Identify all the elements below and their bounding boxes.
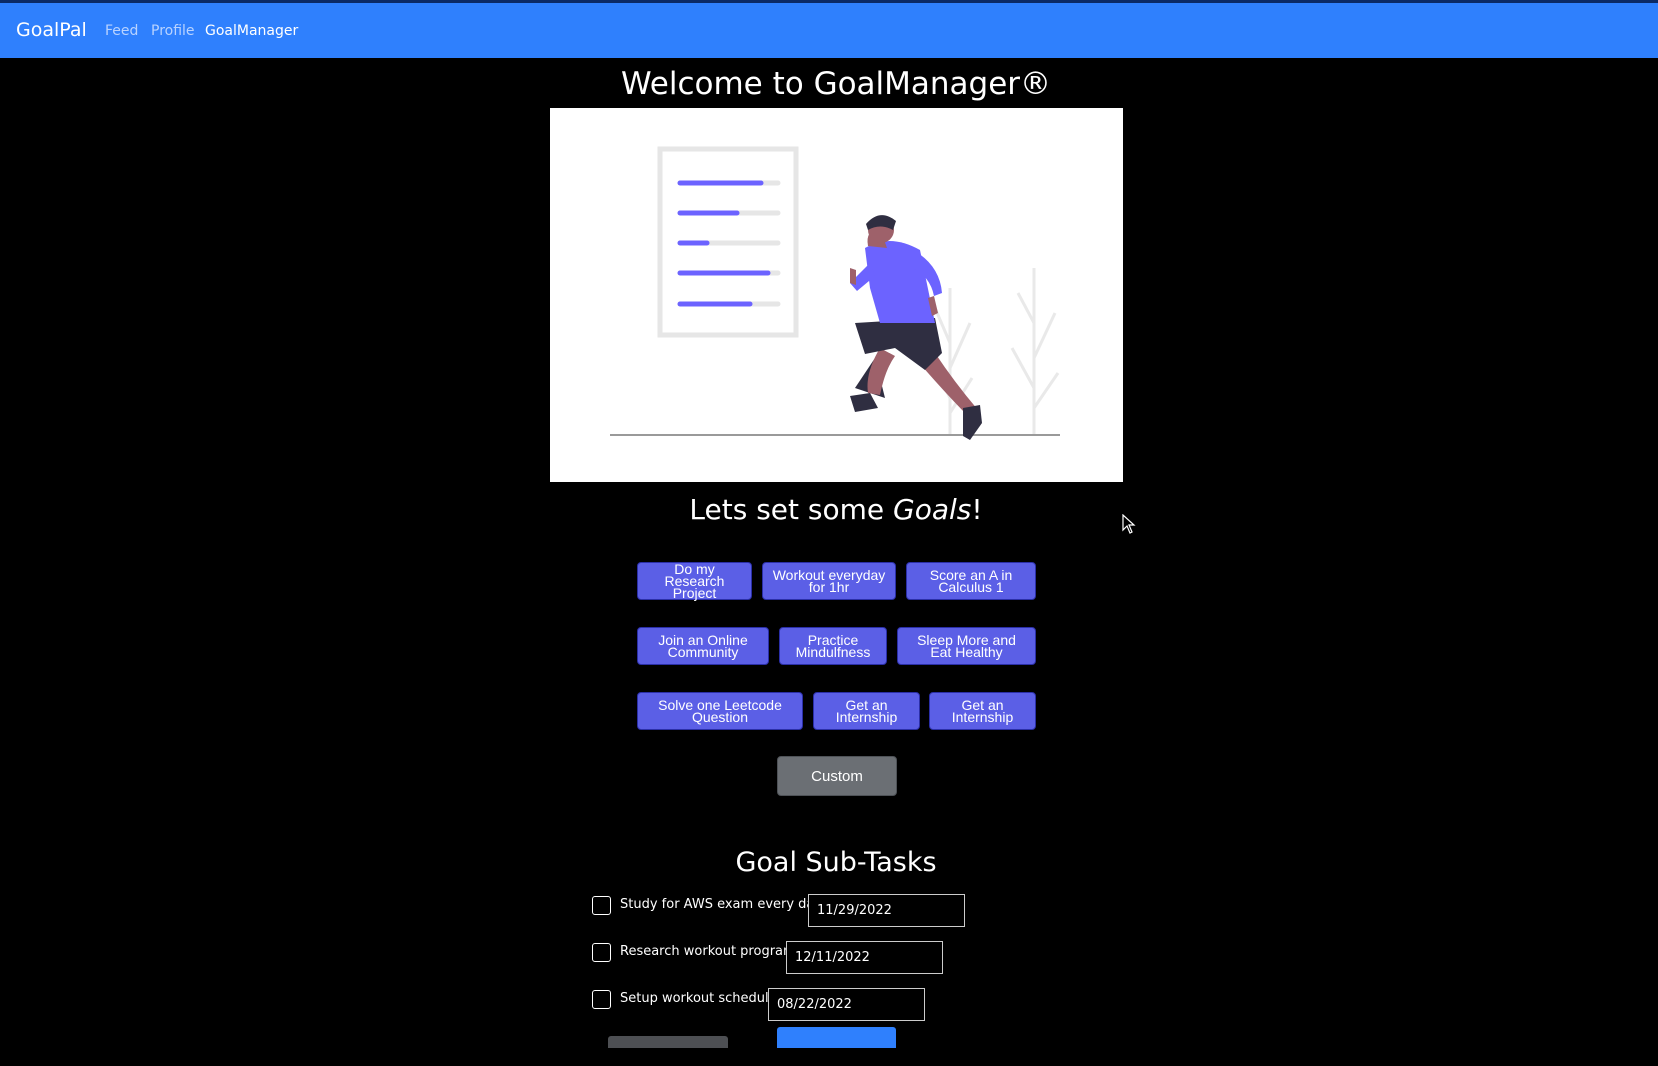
- primary-action-button[interactable]: [777, 1027, 896, 1048]
- subtask-label: Research workout program: [620, 944, 796, 959]
- nav-goalmanager[interactable]: GoalManager: [205, 23, 298, 39]
- goals-heading-emphasis: Goals: [893, 493, 972, 526]
- top-navbar: GoalPal Feed Profile GoalManager: [0, 0, 1658, 58]
- goal-button-internship-1[interactable]: Get an Internship: [813, 692, 920, 730]
- custom-goal-button[interactable]: Custom: [777, 756, 897, 796]
- subtask-label: Study for AWS exam every day: [620, 897, 823, 912]
- goals-heading-pre: Lets set some: [689, 493, 894, 526]
- goal-button-research-project[interactable]: Do my Research Project: [637, 562, 752, 600]
- goal-button-sleep-eat[interactable]: Sleep More and Eat Healthy: [897, 627, 1036, 665]
- subtask-checkbox[interactable]: [592, 990, 611, 1009]
- goal-button-online-community[interactable]: Join an Online Community: [637, 627, 769, 665]
- subtask-date-input[interactable]: [808, 894, 965, 927]
- goals-heading-post: !: [971, 493, 983, 526]
- goal-button-calculus[interactable]: Score an A in Calculus 1: [906, 562, 1036, 600]
- subtask-label: Setup workout schedule: [620, 991, 777, 1006]
- nav-feed[interactable]: Feed: [105, 23, 138, 39]
- subtask-checkbox[interactable]: [592, 943, 611, 962]
- subtask-checkbox[interactable]: [592, 896, 611, 915]
- mouse-pointer-icon: [1122, 513, 1136, 538]
- goal-button-workout[interactable]: Workout everyday for 1hr: [762, 562, 896, 600]
- running-person-illustration: [610, 146, 1060, 440]
- subtasks-title: Goal Sub-Tasks: [735, 847, 937, 878]
- goals-heading: Lets set some Goals!: [0, 493, 1658, 526]
- goal-button-mindfulness[interactable]: Practice Mindulfness: [779, 627, 887, 665]
- subtask-date-input[interactable]: [786, 941, 943, 974]
- hero-illustration: [550, 108, 1123, 482]
- goal-button-internship-2[interactable]: Get an Internship: [929, 692, 1036, 730]
- page-title: Welcome to GoalManager®: [620, 66, 1052, 102]
- goal-button-leetcode[interactable]: Solve one Leetcode Question: [637, 692, 803, 730]
- secondary-action-button[interactable]: [608, 1036, 728, 1048]
- subtask-date-input[interactable]: [768, 988, 925, 1021]
- brand-logo[interactable]: GoalPal: [16, 19, 87, 41]
- nav-profile[interactable]: Profile: [151, 23, 195, 39]
